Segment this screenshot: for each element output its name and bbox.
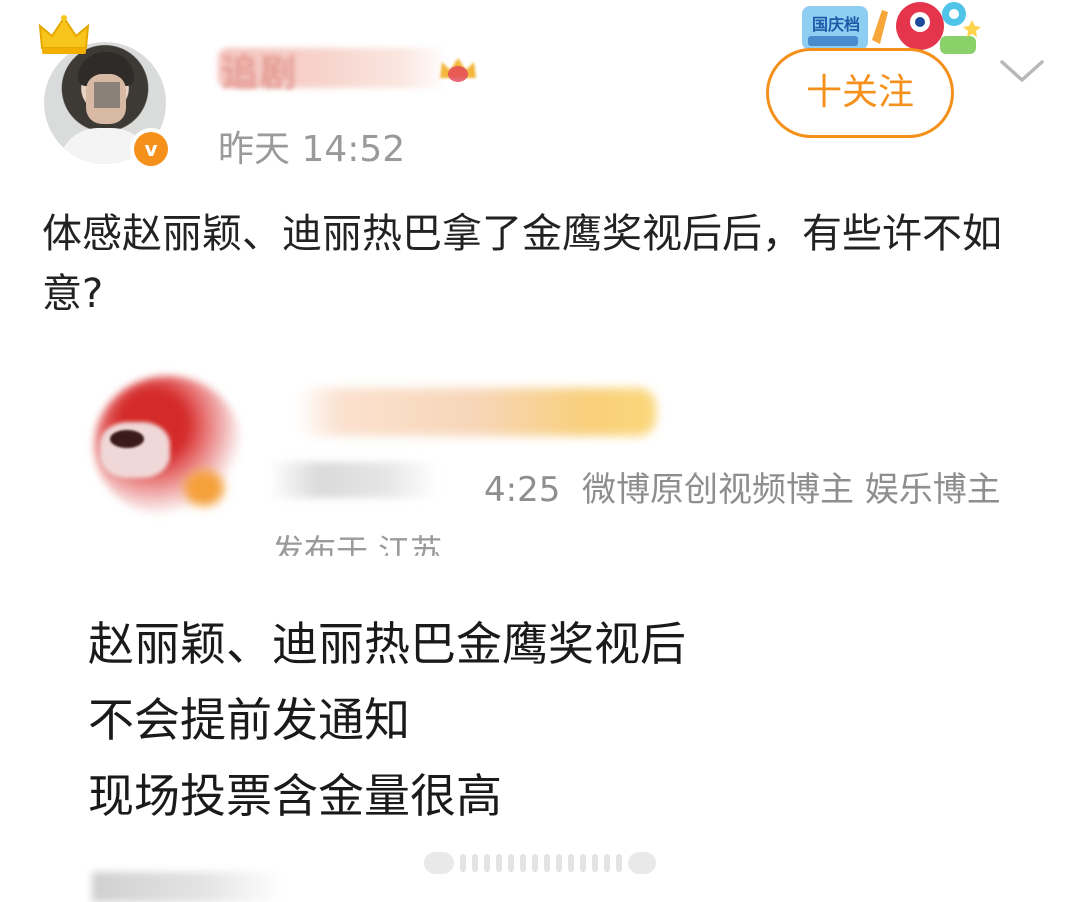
embedded-author-roles: 微博原创视频博主 娱乐博主 [581,470,1001,510]
embedded-avatar-badge [184,470,224,506]
vip-badge-icon [440,58,476,82]
embedded-line: 现场投票含金量很高 [88,769,502,823]
embedded-line: 赵丽颖、迪丽热巴金鹰奖视后 [88,617,686,671]
author-name[interactable]: 追剧 [222,44,298,96]
image-pager-indicator[interactable] [420,848,660,878]
embedded-author-name-blur [296,388,656,436]
embedded-time-fragment: 4:25 [484,470,561,510]
embedded-date-blur [268,462,438,498]
promo-label: 国庆档 [812,15,860,34]
post-text: 体感赵丽颖、迪丽热巴拿了金鹰奖视后后，有些许不如意? [42,211,1002,317]
chevron-down-icon[interactable] [998,56,1046,86]
follow-button[interactable]: 十关注 [766,48,954,138]
post-timestamp: 昨天 14:52 [218,129,406,170]
verified-badge-icon: v [130,128,172,170]
embedded-line: 不会提前发通知 [88,693,410,747]
embedded-location: 发布于 江苏 [272,532,443,570]
embedded-author-meta: 4:25 微博原创视频博主 娱乐博主 [484,462,1001,511]
embedded-avatar-eye [110,430,144,448]
crown-icon [38,15,90,54]
cut-off-text [92,872,282,902]
embedded-post-text: 赵丽颖、迪丽热巴金鹰奖视后 不会提前发通知 现场投票含金量很高 [88,606,988,834]
